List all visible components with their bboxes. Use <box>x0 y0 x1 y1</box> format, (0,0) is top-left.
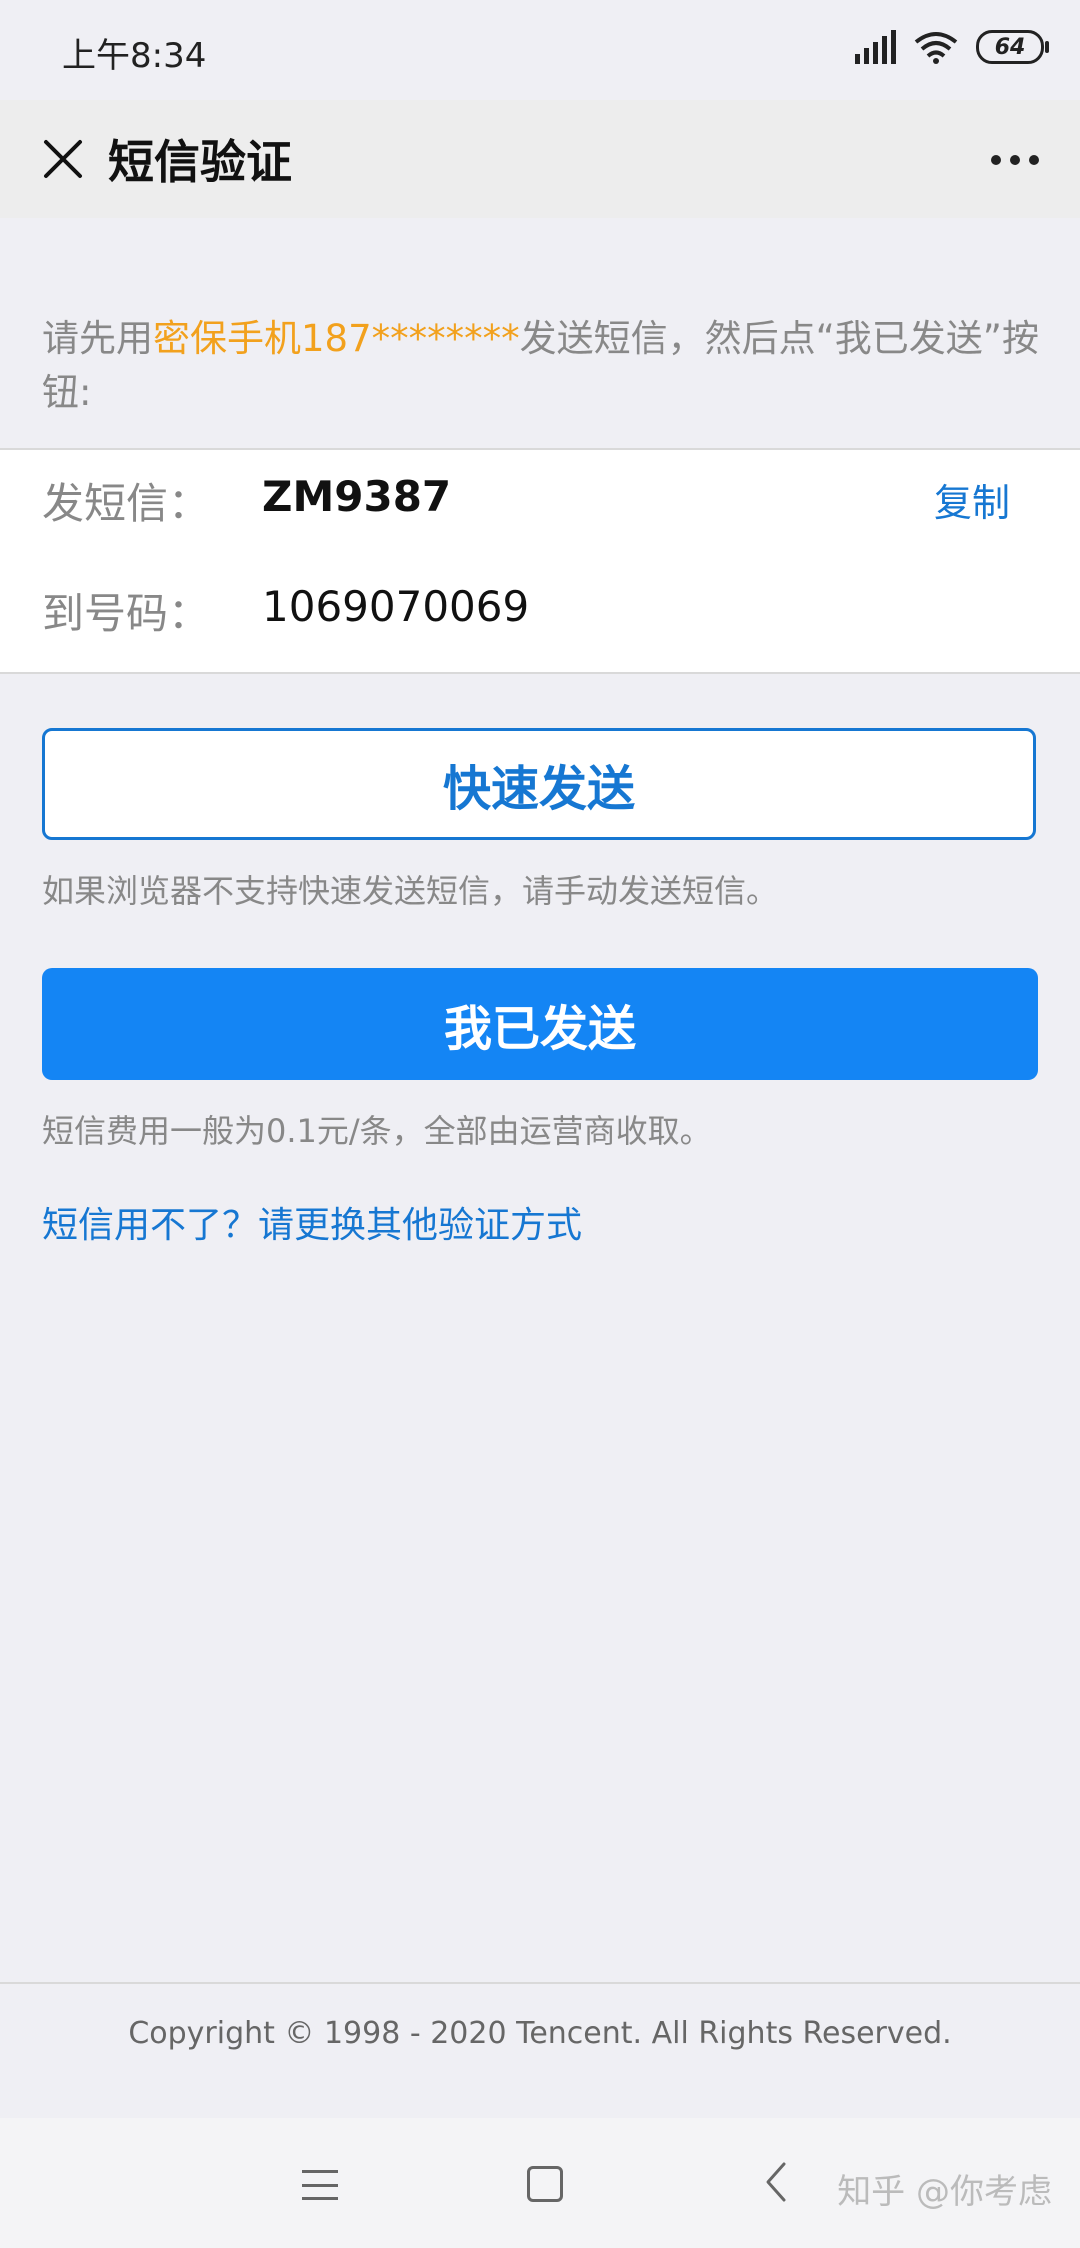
instruction-phone: 密保手机187******** <box>153 317 520 360</box>
navigation-bar: 短信验证 <box>0 100 1080 218</box>
more-icon <box>991 155 1001 165</box>
menu-icon[interactable] <box>302 2170 338 2200</box>
instruction-text: 请先用密保手机187********发送短信，然后点“我已发送”按钮: <box>42 312 1042 420</box>
sms-content-label: 发短信： <box>42 479 211 528</box>
change-verification-link[interactable]: 短信用不了？请更换其他验证方式 <box>42 1196 582 1248</box>
footer-divider <box>0 1982 1080 1984</box>
quick-send-hint: 如果浏览器不支持快速发送短信，请手动发送短信。 <box>42 872 779 910</box>
instruction-prefix: 请先用 <box>42 317 153 360</box>
sms-info-panel: 发短信： ZM9387 复制 到号码： 1069070069 <box>0 448 1080 674</box>
sms-number-label: 到号码： <box>42 589 211 638</box>
sms-number-value: 1069070069 <box>262 582 530 631</box>
home-icon[interactable] <box>527 2166 563 2202</box>
close-button[interactable] <box>28 124 98 194</box>
copyright-text: Copyright © 1998 - 2020 Tencent. All Rig… <box>128 2016 952 2051</box>
status-icons: 64 <box>855 30 1049 64</box>
sms-content-value: ZM9387 <box>262 472 452 521</box>
signal-icon <box>855 30 896 64</box>
quick-send-button[interactable]: 快速发送 <box>42 728 1036 840</box>
status-bar: 上午8:34 64 <box>0 0 1080 100</box>
sms-fee-hint: 短信费用一般为0.1元/条，全部由运营商收取。 <box>42 1112 712 1150</box>
wifi-icon <box>914 32 958 64</box>
more-button[interactable] <box>980 130 1050 190</box>
page-title: 短信验证 <box>108 135 292 189</box>
back-icon[interactable] <box>758 2160 794 2204</box>
close-icon <box>44 140 82 178</box>
battery-level: 64 <box>994 34 1026 60</box>
sms-content-row: 发短信： ZM9387 复制 <box>0 450 1080 550</box>
copy-button[interactable]: 复制 <box>934 472 1010 527</box>
sent-button[interactable]: 我已发送 <box>42 968 1038 1080</box>
status-time: 上午8:34 <box>62 36 207 76</box>
battery-icon: 64 <box>976 30 1049 64</box>
watermark-text: 知乎 @你考虑 <box>837 2172 1052 2212</box>
sms-number-row: 到号码： 1069070069 <box>0 560 1080 660</box>
